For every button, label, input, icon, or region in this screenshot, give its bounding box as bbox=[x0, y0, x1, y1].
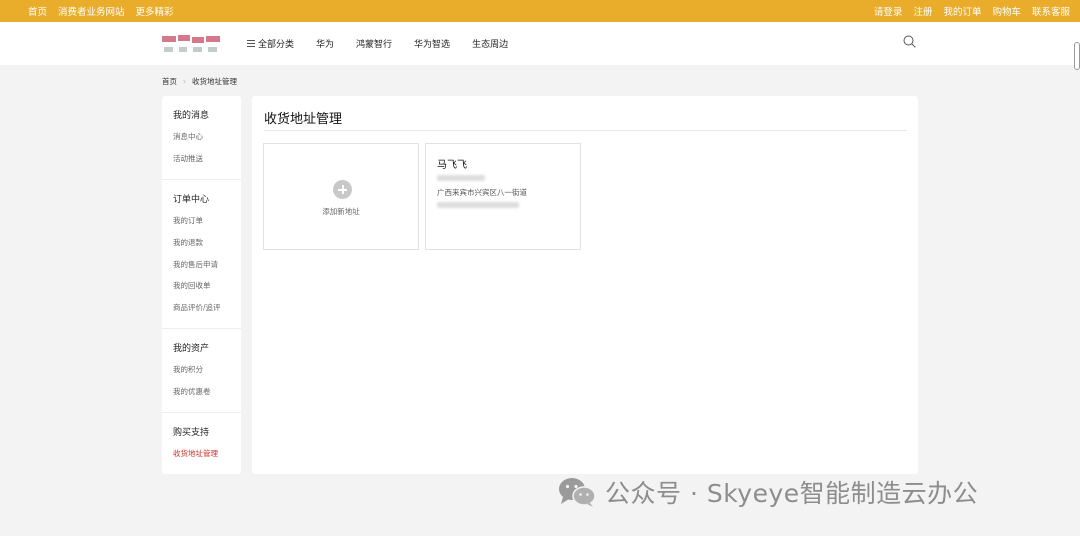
add-address-card[interactable]: 添加新地址 bbox=[263, 143, 419, 250]
top-link-home[interactable]: 首页 bbox=[28, 4, 47, 18]
sidebar-item-promotions[interactable]: 活动推送 bbox=[173, 153, 203, 164]
address-recipient-name: 马飞飞 bbox=[437, 160, 467, 171]
nav-huawei[interactable]: 华为 bbox=[316, 37, 334, 50]
nav-huawei-select[interactable]: 华为智选 bbox=[414, 37, 450, 50]
address-region: 广西来宾市兴宾区八一街道 bbox=[437, 188, 527, 197]
sidebar-item-refunds[interactable]: 我的退款 bbox=[173, 237, 203, 248]
sidebar-group-title: 购买支持 bbox=[173, 428, 210, 438]
nav-label: 全部分类 bbox=[258, 40, 295, 50]
watermark-text: 公众号 · Skyeye智能制造云办公 bbox=[605, 479, 979, 508]
address-card[interactable]: 马飞飞 广西来宾市兴宾区八一街道 bbox=[425, 143, 581, 250]
nav-hongmeng[interactable]: 鸿蒙智行 bbox=[356, 37, 392, 50]
main-header: 全部分类 华为 鸿蒙智行 华为智选 生态周边 bbox=[0, 22, 1080, 65]
add-address-label: 添加新地址 bbox=[322, 207, 360, 216]
breadcrumb: 首页 › 收货地址管理 bbox=[162, 76, 237, 87]
sidebar-item-after-sales[interactable]: 我的售后申请 bbox=[173, 259, 218, 270]
top-bar-right-links: 请登录 注册 我的订单 购物车 联系客服 bbox=[863, 0, 1070, 22]
sidebar-item-my-orders[interactable]: 我的订单 bbox=[173, 215, 203, 226]
site-logo[interactable] bbox=[162, 33, 222, 55]
top-link-login[interactable]: 请登录 bbox=[874, 4, 903, 18]
sidebar-group-title: 订单中心 bbox=[173, 195, 210, 205]
top-bar-left-links: 首页 消费者业务网站 更多精彩 bbox=[28, 0, 185, 22]
main-nav: 全部分类 华为 鸿蒙智行 华为智选 生态周边 bbox=[247, 22, 530, 65]
title-divider bbox=[264, 130, 907, 131]
sidebar-group-title: 我的消息 bbox=[173, 111, 210, 121]
sidebar-item-reviews[interactable]: 商品评价/追评 bbox=[173, 302, 221, 313]
sidebar-group-title: 我的资产 bbox=[173, 344, 210, 354]
sidebar-item-recycle-orders[interactable]: 我的回收单 bbox=[173, 280, 211, 291]
top-link-my-orders[interactable]: 我的订单 bbox=[943, 4, 981, 18]
plus-circle-icon bbox=[333, 180, 352, 199]
address-phone-redacted bbox=[437, 175, 485, 181]
search-icon[interactable] bbox=[903, 35, 916, 48]
top-link-support[interactable]: 联系客服 bbox=[1032, 4, 1070, 18]
scrollbar-handle[interactable] bbox=[1074, 42, 1080, 70]
breadcrumb-current: 收货地址管理 bbox=[192, 77, 237, 86]
nav-eco[interactable]: 生态周边 bbox=[472, 37, 508, 50]
sidebar-item-coupons[interactable]: 我的优惠卷 bbox=[173, 386, 211, 397]
sidebar-divider bbox=[162, 412, 241, 413]
top-link-cart[interactable]: 购物车 bbox=[992, 4, 1021, 18]
chevron-right-icon: › bbox=[183, 77, 186, 86]
sidebar-divider bbox=[162, 179, 241, 180]
address-detail-redacted bbox=[437, 202, 519, 208]
page-title: 收货地址管理 bbox=[264, 112, 343, 127]
menu-icon bbox=[247, 40, 255, 47]
top-link-more[interactable]: 更多精彩 bbox=[136, 4, 174, 18]
wechat-icon bbox=[559, 478, 596, 507]
address-panel: 收货地址管理 添加新地址 马飞飞 广西来宾市兴宾区八一街道 bbox=[252, 96, 918, 474]
sidebar-item-address-management[interactable]: 收货地址管理 bbox=[173, 448, 218, 459]
top-bar: 首页 消费者业务网站 更多精彩 请登录 注册 我的订单 购物车 联系客服 bbox=[0, 0, 1080, 22]
nav-all-categories[interactable]: 全部分类 bbox=[247, 37, 294, 50]
sidebar-item-points[interactable]: 我的积分 bbox=[173, 364, 203, 375]
top-link-consumer-site[interactable]: 消费者业务网站 bbox=[58, 4, 125, 18]
top-link-register[interactable]: 注册 bbox=[913, 4, 932, 18]
watermark: 公众号 · Skyeye智能制造云办公 bbox=[557, 474, 978, 510]
sidebar-item-message-center[interactable]: 消息中心 bbox=[173, 131, 203, 142]
sidebar-divider bbox=[162, 328, 241, 329]
account-sidebar: 我的消息 消息中心 活动推送 订单中心 我的订单 我的退款 我的售后申请 我的回… bbox=[162, 96, 241, 474]
breadcrumb-home[interactable]: 首页 bbox=[162, 76, 177, 87]
